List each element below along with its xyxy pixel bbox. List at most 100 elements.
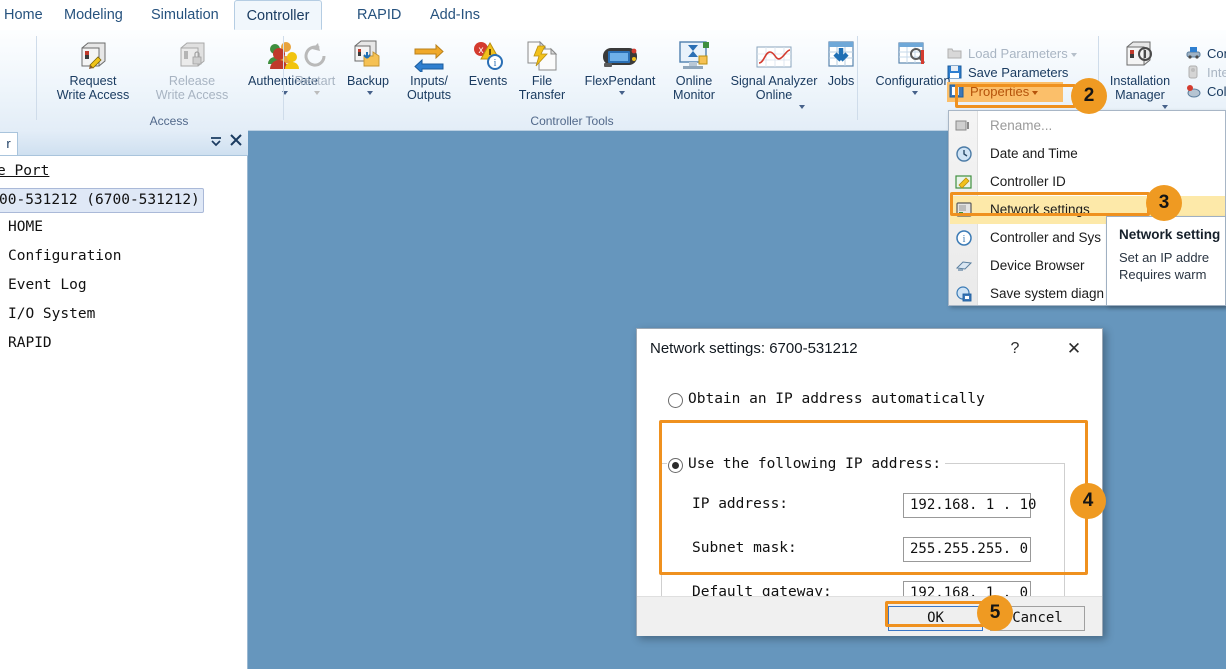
device-browser-icon [955,257,973,275]
file-transfer-label: File Transfer [518,74,566,102]
ribbon-group-access: Request Write Access Release Write Acces… [40,30,318,130]
release-write-access-label: Release Write Access [155,74,229,102]
online-monitor-icon [662,34,726,72]
tree-panel-header: r [0,130,248,156]
dialog-title-bar: Network settings: 6700-531212 ? ✕ [637,329,1102,371]
svg-text:i: i [494,58,497,69]
tree-item-event-log[interactable]: Event Log [8,271,248,300]
annotation-badge-2: 2 [1071,78,1107,114]
menu-item-controller-id-label: Controller ID [990,174,1066,189]
request-write-access-button[interactable]: Request Write Access [40,34,146,102]
conveyor-label: Con [1207,46,1226,61]
controller-id-icon [955,173,973,191]
restart-icon [287,34,343,72]
tree-item-list: e Port 00-531212 (6700-531212) HOME Conf… [0,157,248,358]
backup-icon [337,34,399,72]
events-button[interactable]: x i Events [460,34,516,89]
events-icon: x i [460,34,516,72]
signal-analyzer-online-button[interactable]: Signal Analyzer Online [719,34,829,110]
menu-item-device-browser-label: Device Browser [990,258,1085,273]
tree-panel-tab[interactable]: r [0,132,18,155]
radio-use-following-ip-indicator[interactable] [668,458,683,473]
events-label: Events [468,74,508,88]
tab-rapid[interactable]: RAPID [345,0,413,30]
info-icon: i [955,229,973,247]
svg-text:i: i [963,234,966,245]
save-parameters-icon [947,65,963,79]
tree-item-rapid[interactable]: RAPID [8,329,248,358]
close-button[interactable]: ✕ [1061,338,1087,360]
online-monitor-label: Online Monitor [673,74,715,102]
tab-addins[interactable]: Add-Ins [418,0,492,30]
restart-button[interactable]: Restart [287,34,343,97]
menu-item-rename[interactable]: Rename... [950,112,1225,140]
integrated-vision-icon [1186,65,1202,79]
save-parameters-button[interactable]: Save Parameters [947,63,1068,83]
dialog-title: Network settings: 6700-531212 [650,340,858,357]
menu-item-date-and-time-label: Date and Time [990,146,1078,161]
signal-analyzer-icon [719,34,829,72]
ip-address-label: IP address: [692,496,789,512]
flexpendant-caret[interactable] [570,89,670,97]
ribbon-group-access-label: Access [149,114,189,128]
signal-analyzer-caret[interactable] [771,102,829,110]
subnet-mask-field[interactable]: 255.255.255. 0 [903,537,1031,562]
tooltip-title: Network setting [1119,227,1221,242]
help-button[interactable]: ? [1002,338,1028,360]
close-icon[interactable] [228,134,244,150]
collision-detection-button[interactable]: Col [1186,82,1226,102]
annotation-badge-3: 3 [1146,185,1182,221]
restart-label: Restart [294,74,336,88]
inputs-outputs-button[interactable]: Inputs/ Outputs [395,34,463,102]
tree-item-controller[interactable]: 00-531212 (6700-531212) [0,188,204,213]
request-write-access-icon [40,34,146,72]
conveyor-tracking-button[interactable]: Con [1186,44,1226,64]
installation-manager-label: Installation Manager [1109,74,1171,102]
network-settings-tooltip: Network setting Set an IP addre Requires… [1106,216,1226,306]
ribbon-group-controller-tools-label: Controller Tools [530,114,614,128]
tab-home[interactable]: Home [0,0,55,30]
menu-item-save-system-diagnostics-label: Save system diagn [990,286,1105,301]
menu-item-controller-id[interactable]: Controller ID [950,168,1225,196]
tree-item-configuration[interactable]: Configuration [8,242,248,271]
load-parameters-button[interactable]: Load Parameters [947,44,1077,64]
annotation-badge-4: 4 [1070,483,1106,519]
inputs-outputs-icon [395,34,463,72]
tab-modeling[interactable]: Modeling [52,0,135,30]
tab-controller[interactable]: Controller [234,0,322,30]
network-settings-icon [955,201,973,219]
installation-manager-caret[interactable] [1149,102,1177,110]
backup-button[interactable]: Backup [337,34,399,97]
controller-tree-panel: r e Port 00-531212 (6700-531212) HOME Co… [0,130,248,669]
properties-button[interactable]: Properties [947,82,1063,102]
tree-item-io-system[interactable]: I/O System [8,300,248,329]
backup-caret[interactable] [337,89,399,97]
radio-use-following-ip-label: Use the following IP address: [688,456,946,472]
network-settings-dialog: Network settings: 6700-531212 ? ✕ Obtain… [636,328,1103,636]
rename-icon [955,117,973,135]
installation-manager-button[interactable]: Installation Manager [1103,34,1177,110]
ok-button[interactable]: OK [888,606,983,631]
tooltip-line-1: Set an IP addre [1119,250,1210,265]
collapse-icon[interactable] [208,134,224,150]
load-parameters-label: Load Parameters [968,46,1068,61]
tree-item-home[interactable]: HOME [8,213,248,242]
integrated-vision-button[interactable]: Inte [1186,63,1226,83]
radio-obtain-automatically-indicator[interactable] [668,393,683,408]
release-write-access-button[interactable]: Release Write Access [144,34,240,102]
restart-caret[interactable] [287,89,343,97]
conveyor-icon [1186,46,1202,60]
ribbon-tab-strip: Home Modeling Simulation Controller RAPI… [0,0,1226,30]
ip-address-field[interactable]: 192.168. 1 . 10 [903,493,1036,518]
file-transfer-button[interactable]: File Transfer [509,34,575,102]
menu-item-rename-label: Rename... [990,118,1053,133]
online-monitor-button[interactable]: Online Monitor [662,34,726,102]
file-transfer-icon [509,34,575,72]
ribbon-group-controller-tools: Restart Backup Inputs/ Outputs x i Event… [287,30,857,130]
menu-item-date-and-time[interactable]: Date and Time [950,140,1225,168]
subnet-mask-label: Subnet mask: [692,540,797,556]
tab-simulation[interactable]: Simulation [139,0,231,30]
flexpendant-button[interactable]: FlexPendant [570,34,670,97]
tree-item-port[interactable]: e Port [0,157,248,186]
release-write-access-icon [144,34,240,72]
